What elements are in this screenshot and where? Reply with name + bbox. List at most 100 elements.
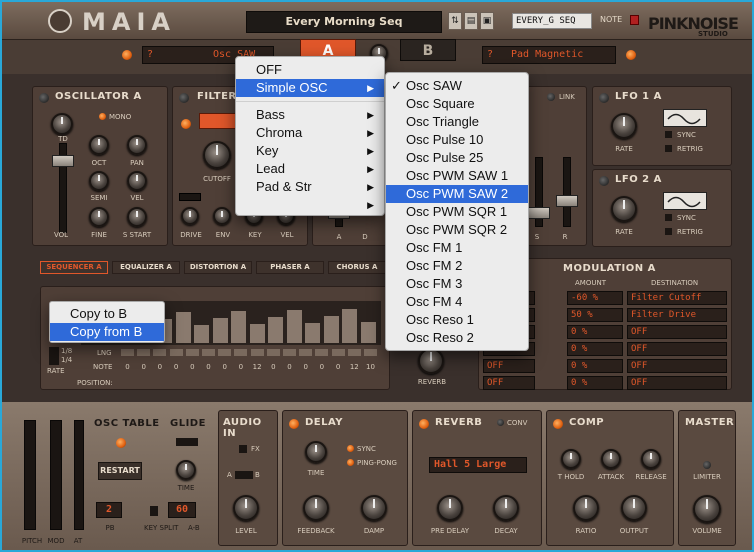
menu-item-pad-str[interactable]: Pad & Str ▶: [236, 178, 384, 196]
submenu-item[interactable]: Osc Triangle: [386, 113, 528, 131]
sequencer-length-cell[interactable]: [283, 349, 296, 356]
mono-led[interactable]: [99, 113, 106, 120]
pre-delay-knob[interactable]: [437, 495, 463, 521]
lfo2-retrig-checkbox[interactable]: [665, 228, 672, 235]
reverb-preset-display[interactable]: Hall 5 Large: [429, 457, 527, 473]
osc-power-led[interactable]: [39, 93, 49, 103]
fx-checkbox[interactable]: [239, 445, 247, 453]
env-knob[interactable]: [213, 207, 231, 225]
tab-sequencer[interactable]: SEQUENCER A: [40, 261, 108, 274]
tab-distortion[interactable]: DISTORTION A: [184, 261, 252, 274]
drive-knob[interactable]: [181, 207, 199, 225]
menu-item-lead[interactable]: Lead ▶: [236, 160, 384, 178]
menu-item-simple-osc[interactable]: Simple OSC ▶: [236, 79, 384, 97]
ab-switch[interactable]: [235, 471, 253, 479]
release-fader-cap[interactable]: [556, 195, 578, 207]
sequencer-step-bar[interactable]: [360, 322, 376, 343]
vol-fader-cap[interactable]: [52, 155, 74, 167]
link-led[interactable]: [547, 93, 555, 101]
limiter-led[interactable]: [703, 461, 711, 469]
mod-source-cell[interactable]: OFF: [483, 376, 535, 390]
menu-item-key[interactable]: Key ▶: [236, 142, 384, 160]
mod-destination-cell[interactable]: Filter Drive: [627, 308, 727, 322]
comp-output-knob[interactable]: [621, 495, 647, 521]
audio-level-knob[interactable]: [233, 495, 259, 521]
key-split-switch[interactable]: [150, 506, 158, 516]
sequencer-step-bar[interactable]: [231, 311, 246, 343]
menu-item-bass[interactable]: Bass ▶: [236, 106, 384, 124]
sequencer-length-cell[interactable]: [315, 349, 329, 356]
aftertouch-slider[interactable]: [74, 420, 84, 530]
mod-destination-cell[interactable]: OFF: [627, 342, 727, 356]
td-knob[interactable]: [51, 113, 73, 135]
conv-led[interactable]: [497, 419, 504, 426]
sequencer-length-cell[interactable]: [250, 349, 264, 356]
sequencer-step-bar[interactable]: [323, 316, 339, 343]
folder-icon[interactable]: ▤: [464, 12, 478, 30]
submenu-item[interactable]: Osc Reso 1: [386, 311, 528, 329]
lfo1-rate-knob[interactable]: [611, 113, 637, 139]
mod-destination-cell[interactable]: Filter Cutoff: [627, 291, 727, 305]
sequencer-length-cell[interactable]: [234, 349, 248, 356]
decay-knob[interactable]: [493, 495, 519, 521]
key-split-value[interactable]: 60: [168, 502, 196, 518]
comp-attack-knob[interactable]: [601, 449, 621, 469]
release-fader[interactable]: [563, 157, 571, 227]
submenu-item[interactable]: Osc PWM SAW 2: [386, 185, 528, 203]
osc-b-power-led[interactable]: [626, 50, 636, 60]
lfo1-sync-checkbox[interactable]: [665, 131, 672, 138]
lfo1-wave-display[interactable]: [663, 109, 707, 127]
sequencer-length-cell[interactable]: [347, 349, 361, 356]
sequencer-length-cell[interactable]: [185, 349, 199, 356]
feedback-knob[interactable]: [303, 495, 329, 521]
tab-phaser[interactable]: PHASER A: [256, 261, 324, 274]
sequencer-length-cell[interactable]: [299, 349, 313, 356]
menu-item-copy-from-b[interactable]: Copy from B: [50, 323, 164, 341]
sequencer-length-cell[interactable]: [364, 349, 377, 356]
sequencer-length-row[interactable]: [121, 349, 381, 357]
master-volume-knob[interactable]: [693, 495, 721, 523]
menu-item-off[interactable]: OFF: [236, 61, 384, 79]
reverb-send-knob[interactable]: [418, 348, 444, 374]
mod-wheel[interactable]: [50, 420, 62, 530]
glide-time-knob[interactable]: [176, 460, 196, 480]
ping-pong-led[interactable]: [347, 459, 354, 466]
sequencer-length-cell[interactable]: [121, 349, 134, 356]
sequencer-step-bar[interactable]: [268, 317, 283, 343]
filter-type-display[interactable]: [199, 113, 239, 129]
submenu-item[interactable]: Osc FM 2: [386, 257, 528, 275]
save-icon[interactable]: ▣: [480, 12, 494, 30]
mod-amount-cell[interactable]: 50 %: [567, 308, 623, 322]
mod-amount-cell[interactable]: 0 %: [567, 325, 623, 339]
submenu-item[interactable]: Osc FM 1: [386, 239, 528, 257]
comp-release-knob[interactable]: [641, 449, 661, 469]
sequencer-length-cell[interactable]: [202, 349, 215, 356]
menu-item-chroma[interactable]: Chroma ▶: [236, 124, 384, 142]
submenu-item[interactable]: Osc Reso 2: [386, 329, 528, 347]
menu-item-copy-to-b[interactable]: Copy to B: [50, 305, 164, 323]
sequencer-length-cell[interactable]: [331, 349, 345, 356]
lfo2-rate-knob[interactable]: [611, 196, 637, 222]
mod-amount-cell[interactable]: 0 %: [567, 359, 623, 373]
t-hold-knob[interactable]: [561, 449, 581, 469]
sequencer-step-bar[interactable]: [305, 323, 320, 343]
delay-power-led[interactable]: [289, 419, 299, 429]
sequencer-step-bar[interactable]: [286, 310, 302, 343]
mod-destination-cell[interactable]: OFF: [627, 376, 727, 390]
ratio-knob[interactable]: [573, 495, 599, 521]
semi-knob[interactable]: [89, 171, 109, 191]
submenu-item[interactable]: ✓ Osc SAW: [386, 77, 528, 95]
restart-button[interactable]: RESTART: [98, 462, 142, 480]
sequencer-length-cell[interactable]: [169, 349, 183, 356]
preset-name-display[interactable]: Every Morning Seq: [246, 11, 442, 33]
mod-source-cell[interactable]: OFF: [483, 359, 535, 373]
lfo2-sync-checkbox[interactable]: [665, 214, 672, 221]
sequencer-step-bar[interactable]: [249, 324, 265, 343]
sequencer-step-bar[interactable]: [212, 318, 228, 343]
lfo2-wave-display[interactable]: [663, 192, 707, 210]
sequencer-step-bar[interactable]: [342, 309, 357, 343]
fine-knob[interactable]: [89, 207, 109, 227]
mod-destination-cell[interactable]: OFF: [627, 359, 727, 373]
comp-power-led[interactable]: [553, 419, 563, 429]
sequencer-length-cell[interactable]: [218, 349, 232, 356]
